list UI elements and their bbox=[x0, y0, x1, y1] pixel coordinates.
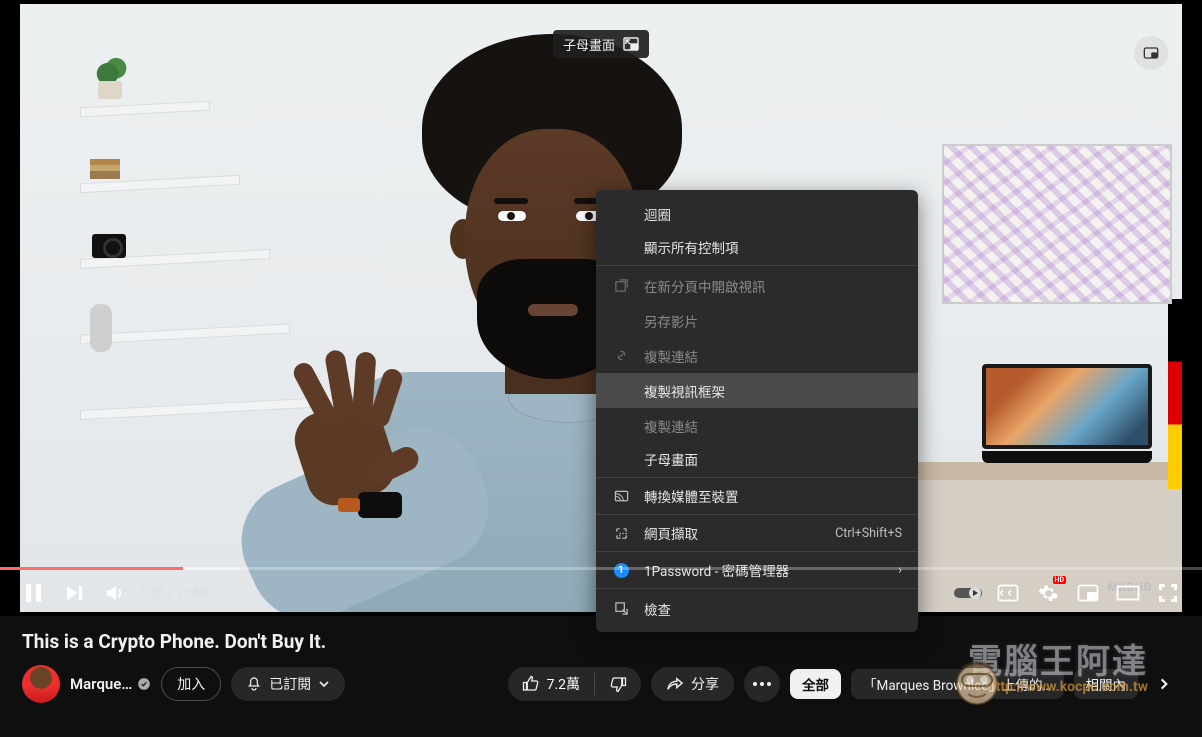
player-controls: 1:47 / 11:48 HD bbox=[0, 570, 1202, 616]
join-button[interactable]: 加入 bbox=[161, 667, 221, 701]
like-dislike-segment: 7.2萬 bbox=[508, 667, 641, 701]
video-player: MKBHD 子母畫面 迴圈 顯示所有控制項 在新分頁中開啟視訊 另存影片 複製連… bbox=[0, 0, 1202, 616]
miniplayer-button[interactable] bbox=[1068, 573, 1108, 613]
chip-uploaded-by[interactable]: 「Marques Brownlee」上傳的… bbox=[851, 669, 1063, 699]
time-display: 1:47 / 11:48 bbox=[140, 586, 207, 601]
chip-row: 全部 「Marques Brownlee」上傳的… 相關內 bbox=[790, 669, 1138, 699]
verified-icon bbox=[137, 677, 151, 691]
more-horizontal-icon bbox=[753, 682, 771, 686]
channel-name[interactable]: Marque… bbox=[70, 675, 132, 693]
ctx-open-video-new-tab: 在新分頁中開啟視訊 bbox=[596, 268, 918, 303]
share-button[interactable]: 分享 bbox=[651, 667, 734, 701]
ctx-save-video: 另存影片 bbox=[596, 303, 918, 338]
ctx-shortcut: Ctrl+Shift+S bbox=[835, 526, 902, 541]
thumbs-up-icon bbox=[522, 675, 540, 693]
fullscreen-button[interactable] bbox=[1148, 573, 1188, 613]
ctx-copy-link: 複製連結 bbox=[596, 338, 918, 373]
settings-button[interactable]: HD bbox=[1028, 573, 1068, 613]
theater-button[interactable] bbox=[1108, 573, 1148, 613]
chevron-right-icon bbox=[1157, 677, 1171, 691]
ctx-cast[interactable]: 轉換媒體至裝置 bbox=[596, 480, 918, 515]
video-title: This is a Crypto Phone. Don't Buy It. bbox=[22, 630, 1180, 653]
ctx-copy-link-2: 複製連結 bbox=[596, 408, 918, 443]
ctx-copy-video-frame[interactable]: 複製視訊框架 bbox=[596, 373, 918, 408]
volume-button[interactable] bbox=[94, 573, 134, 613]
like-button[interactable]: 7.2萬 bbox=[508, 667, 594, 701]
pip-popout-icon bbox=[623, 37, 639, 51]
hd-badge: HD bbox=[1053, 576, 1067, 584]
subscribed-button[interactable]: 已訂閱 bbox=[231, 667, 345, 701]
share-icon bbox=[666, 676, 684, 692]
ambient-mode-icon[interactable] bbox=[1134, 36, 1168, 70]
pause-button[interactable] bbox=[14, 573, 54, 613]
ctx-show-all-controls[interactable]: 顯示所有控制項 bbox=[596, 231, 918, 266]
dislike-button[interactable] bbox=[595, 667, 641, 701]
pip-badge-label: 子母畫面 bbox=[563, 35, 615, 54]
autoplay-toggle[interactable] bbox=[948, 573, 988, 613]
cast-icon bbox=[612, 489, 630, 504]
context-menu: 迴圈 顯示所有控制項 在新分頁中開啟視訊 另存影片 複製連結 複製視訊框架 複製… bbox=[596, 190, 918, 632]
pip-badge[interactable]: 子母畫面 bbox=[553, 30, 649, 58]
open-new-tab-icon bbox=[612, 278, 630, 293]
ctx-loop[interactable]: 迴圈 bbox=[596, 196, 918, 231]
bell-icon bbox=[246, 676, 262, 692]
chevron-down-icon bbox=[318, 678, 330, 690]
channel-avatar[interactable] bbox=[22, 665, 60, 703]
next-button[interactable] bbox=[54, 573, 94, 613]
chip-next-button[interactable] bbox=[1148, 668, 1180, 700]
thumbs-down-icon bbox=[609, 675, 627, 693]
chip-related[interactable]: 相關內 bbox=[1074, 669, 1139, 699]
ctx-pip[interactable]: 子母畫面 bbox=[596, 443, 918, 478]
captions-button[interactable] bbox=[988, 573, 1028, 613]
chip-all[interactable]: 全部 bbox=[790, 669, 841, 699]
metadata-row: Marque… 加入 已訂閱 7.2萬 分享 bbox=[22, 665, 1180, 703]
link-icon bbox=[612, 348, 630, 363]
capture-icon bbox=[612, 526, 630, 541]
ctx-web-capture[interactable]: 網頁擷取Ctrl+Shift+S bbox=[596, 517, 918, 552]
more-actions-button[interactable] bbox=[744, 666, 780, 702]
